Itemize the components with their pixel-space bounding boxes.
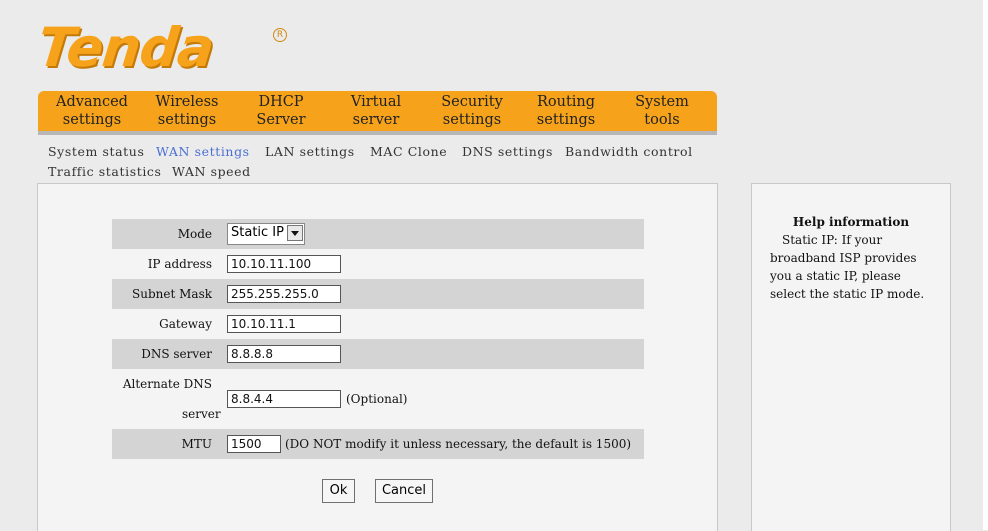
help-title: Help information xyxy=(792,215,910,229)
subnet-mask-label: Subnet Mask xyxy=(132,287,212,301)
tenda-logo: Tenda R xyxy=(34,16,287,79)
mode-select[interactable]: Static IP xyxy=(227,223,305,245)
registered-mark-icon: R xyxy=(273,28,287,42)
help-text: Static IP: If your broadband ISP provide… xyxy=(770,233,925,301)
ip-address-input[interactable]: 10.10.11.100 xyxy=(227,255,341,273)
subnav-wan-settings[interactable]: WAN settings xyxy=(156,144,250,159)
subnav-dns-settings[interactable]: DNS settings xyxy=(462,144,553,159)
subnav-bandwidth-control[interactable]: Bandwidth control xyxy=(565,144,693,159)
mode-select-value: Static IP xyxy=(231,225,284,240)
mode-label: Mode xyxy=(177,227,212,241)
help-panel: Help information Static IP: If your broa… xyxy=(751,183,951,531)
dns-server-label: DNS server xyxy=(141,347,212,361)
subnav-lan-settings[interactable]: LAN settings xyxy=(265,144,355,159)
alternate-dns-note: (Optional) xyxy=(346,392,408,406)
subnav-system-status[interactable]: System status xyxy=(48,144,144,159)
alternate-dns-input[interactable]: 8.8.4.4 xyxy=(227,390,341,408)
gateway-label: Gateway xyxy=(159,317,212,331)
nav-system-tools[interactable]: System tools xyxy=(618,91,706,131)
nav-routing-settings[interactable]: Routing settings xyxy=(522,91,610,131)
subnav-wan-speed[interactable]: WAN speed xyxy=(172,164,251,179)
alternate-dns-label: Alternate DNS xyxy=(122,377,212,391)
ok-button[interactable]: Ok xyxy=(322,479,355,503)
ip-address-label: IP address xyxy=(147,257,212,271)
nav-virtual-server[interactable]: Virtual server xyxy=(332,91,420,131)
mtu-label: MTU xyxy=(181,437,212,451)
nav-advanced-settings[interactable]: Advanced settings xyxy=(48,91,136,131)
dns-server-input[interactable]: 8.8.8.8 xyxy=(227,345,341,363)
nav-security-settings[interactable]: Security settings xyxy=(428,91,516,131)
subnav-mac-clone[interactable]: MAC Clone xyxy=(370,144,447,159)
row-dns-server: DNS server 8.8.8.8 xyxy=(112,339,644,369)
cancel-button[interactable]: Cancel xyxy=(375,479,433,503)
logo-text: Tenda xyxy=(34,16,217,79)
chevron-down-icon[interactable] xyxy=(287,225,303,241)
nav-wireless-settings[interactable]: Wireless settings xyxy=(142,91,232,131)
row-subnet-mask: Subnet Mask 255.255.255.0 xyxy=(112,279,644,309)
subnav-traffic-statistics[interactable]: Traffic statistics xyxy=(48,164,162,179)
gateway-input[interactable]: 10.10.11.1 xyxy=(227,315,341,333)
mtu-note: (DO NOT modify it unless necessary, the … xyxy=(285,437,632,451)
row-gateway: Gateway 10.10.11.1 xyxy=(112,309,644,339)
subnet-mask-input[interactable]: 255.255.255.0 xyxy=(227,285,341,303)
mtu-input[interactable]: 1500 xyxy=(227,435,281,453)
row-alternate-dns: Alternate DNS server 8.8.4.4 (Optional) xyxy=(112,369,644,429)
row-mode: Mode Static IP xyxy=(112,219,644,249)
window-edge xyxy=(983,0,988,530)
alternate-dns-label-2: server xyxy=(182,407,221,421)
row-ip-address: IP address 10.10.11.100 xyxy=(112,249,644,279)
nav-dhcp-server[interactable]: DHCP Server xyxy=(238,91,324,131)
row-mtu: MTU 1500 (DO NOT modify it unless necess… xyxy=(112,429,644,459)
main-nav: Advanced settings Wireless settings DHCP… xyxy=(38,91,717,135)
